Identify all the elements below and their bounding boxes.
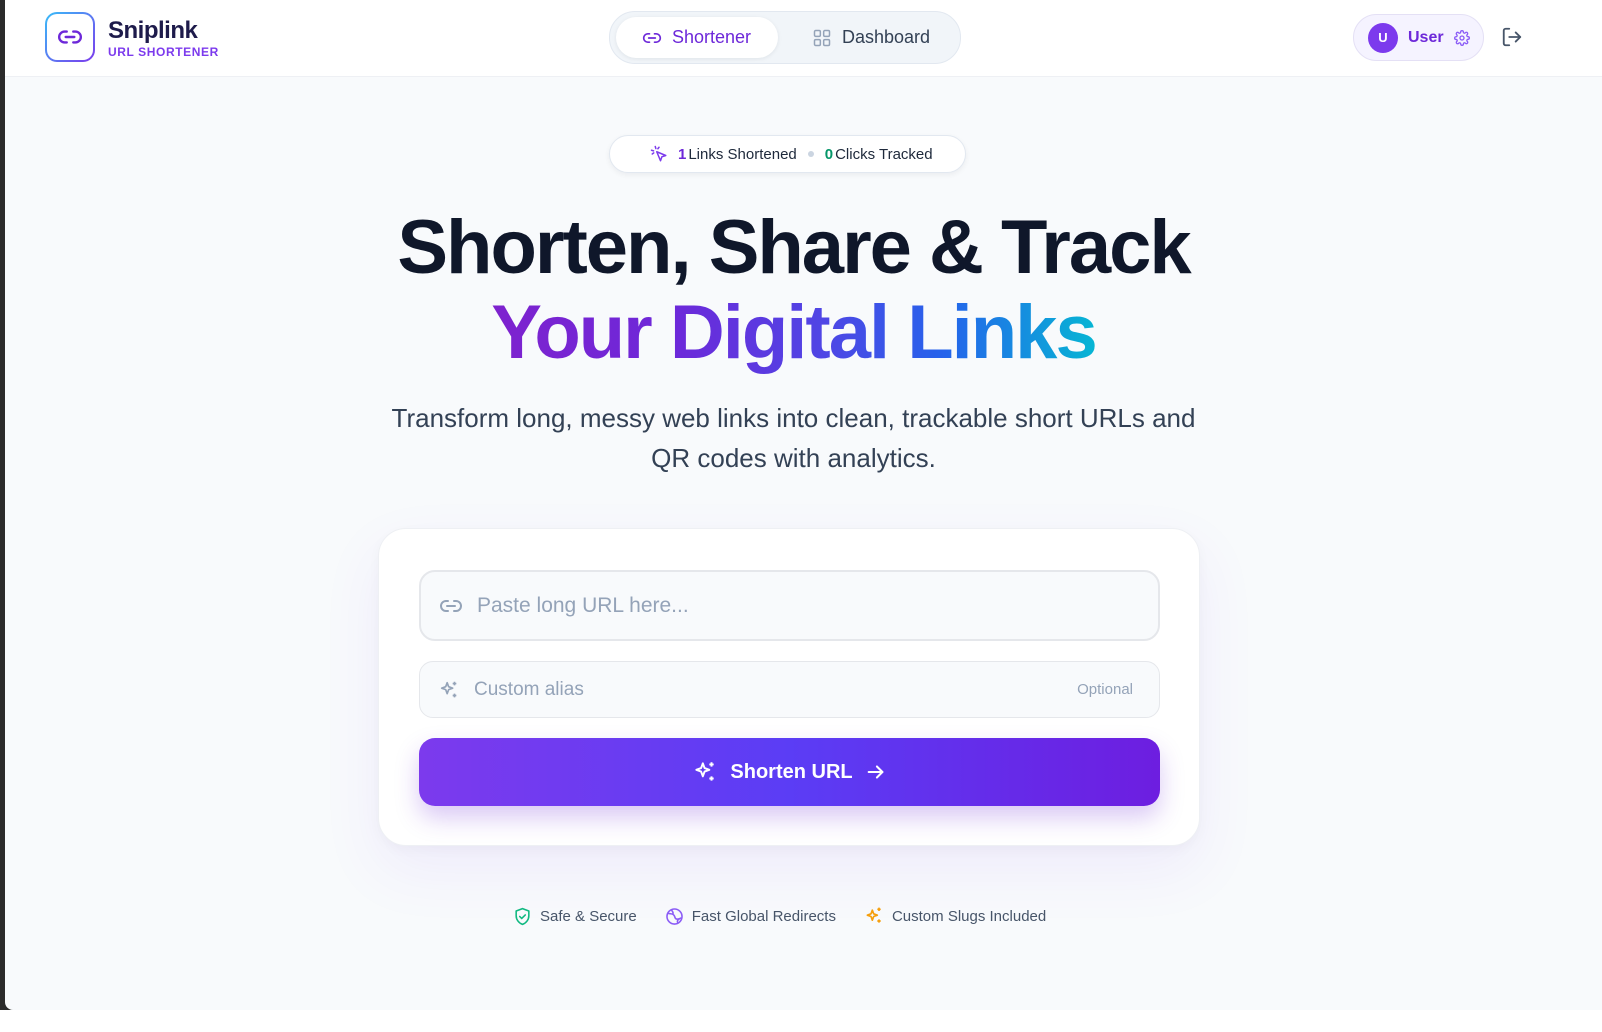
clicks-count: 0 bbox=[824, 145, 834, 163]
tab-dashboard[interactable]: Dashboard bbox=[806, 17, 930, 58]
globe-icon bbox=[665, 907, 684, 926]
main-nav: Shortener Dashboard bbox=[609, 11, 961, 64]
sparkles-icon bbox=[438, 679, 460, 701]
feature-label: Custom Slugs Included bbox=[891, 907, 1047, 925]
hero-tagline: Transform long, messy web links into cle… bbox=[391, 403, 1196, 473]
arrow-right-icon bbox=[865, 761, 887, 783]
logout-icon bbox=[1501, 26, 1523, 48]
shorten-form-card: Optional Shorten URL bbox=[378, 528, 1200, 846]
grid-icon bbox=[812, 28, 832, 48]
top-header: Sniplink URL SHORTENER Shortener Dashboa… bbox=[5, 0, 1602, 77]
brand-subtitle: URL SHORTENER bbox=[108, 45, 219, 59]
cursor-click-icon bbox=[650, 145, 668, 163]
feature-label: Fast Global Redirects bbox=[691, 907, 836, 925]
links-count: 1 bbox=[678, 145, 687, 163]
hero-title: Shorten, Share & Track bbox=[397, 205, 1191, 290]
links-label: Links Shortened bbox=[688, 145, 797, 163]
feature-list: Safe & Secure Fast Global Redirects Cust… bbox=[513, 904, 1046, 928]
clicks-label: Clicks Tracked bbox=[835, 145, 933, 163]
feature-custom-slugs: Custom Slugs Included bbox=[864, 906, 1046, 926]
bottom-strip bbox=[0, 1010, 1602, 1032]
link-icon bbox=[642, 28, 662, 48]
sparkles-icon bbox=[864, 906, 884, 926]
link-icon bbox=[439, 594, 463, 618]
hero-title-gradient-text: Your Digital Links bbox=[491, 290, 1097, 375]
logout-button[interactable] bbox=[1500, 25, 1524, 49]
optional-label: Optional bbox=[1077, 681, 1133, 698]
alias-input[interactable] bbox=[474, 678, 1034, 701]
logo[interactable] bbox=[45, 12, 95, 62]
feature-safe-secure: Safe & Secure bbox=[513, 907, 637, 926]
stats-badge: 1 Links Shortened 0 Clicks Tracked bbox=[609, 135, 966, 173]
avatar: U bbox=[1368, 22, 1398, 53]
gear-icon[interactable] bbox=[1453, 29, 1470, 46]
shorten-url-label: Shorten URL bbox=[730, 760, 853, 783]
user-name: User bbox=[1408, 28, 1444, 46]
tab-shortener-label: Shortener bbox=[672, 27, 752, 47]
user-menu[interactable]: U User bbox=[1353, 14, 1484, 61]
tab-dashboard-label: Dashboard bbox=[842, 27, 931, 47]
brand-name: Sniplink bbox=[108, 17, 198, 44]
app-window: Sniplink URL SHORTENER Shortener Dashboa… bbox=[5, 0, 1602, 1010]
separator-dot bbox=[807, 151, 814, 157]
sparkles-icon bbox=[692, 759, 718, 785]
link-icon bbox=[57, 24, 83, 50]
shorten-url-button[interactable]: Shorten URL bbox=[419, 738, 1160, 806]
url-field[interactable] bbox=[419, 570, 1160, 641]
tab-shortener[interactable]: Shortener bbox=[616, 17, 778, 58]
feature-global-redirects: Fast Global Redirects bbox=[665, 907, 836, 926]
url-input[interactable] bbox=[477, 593, 1117, 618]
shield-check-icon bbox=[513, 907, 532, 926]
feature-label: Safe & Secure bbox=[540, 907, 637, 925]
alias-field[interactable]: Optional bbox=[419, 661, 1160, 718]
hero-title-gradient: Your Digital Links bbox=[5, 285, 1582, 381]
